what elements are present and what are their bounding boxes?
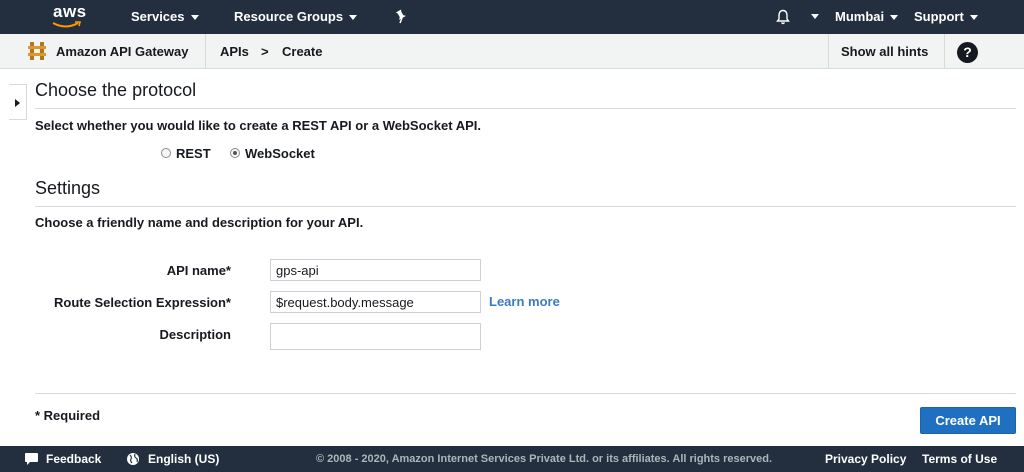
privacy-policy-link[interactable]: Privacy Policy — [825, 446, 906, 472]
protocol-heading: Choose the protocol — [35, 80, 197, 100]
api-gateway-icon — [28, 42, 46, 60]
aws-logo-text: aws — [53, 2, 87, 21]
breadcrumb-apis[interactable]: APIs — [220, 34, 249, 69]
breadcrumb-separator: > — [261, 44, 269, 59]
chevron-right-icon — [15, 99, 20, 107]
page-footer: Feedback English (US) © 2008 - 2020, Ama… — [0, 446, 1024, 472]
breadcrumb-create: Create — [282, 44, 323, 59]
divider — [35, 108, 1016, 109]
feedback-icon — [25, 453, 38, 465]
radio-label: WebSocket — [245, 146, 315, 161]
pin-icon[interactable] — [395, 9, 409, 25]
top-navigation-bar: aws Services Resource Groups Mumbai Supp… — [0, 0, 1024, 34]
language-selector[interactable]: English (US) — [148, 446, 219, 472]
service-name[interactable]: Amazon API Gateway — [56, 34, 188, 69]
services-menu-label: Services — [131, 9, 185, 24]
divider — [35, 393, 1016, 394]
route-selection-input[interactable] — [270, 291, 481, 313]
api-name-input[interactable] — [270, 259, 481, 281]
description-input[interactable] — [270, 323, 481, 350]
divider — [35, 206, 1016, 207]
help-icon[interactable]: ? — [957, 42, 978, 63]
sidebar-toggle[interactable] — [9, 84, 27, 120]
show-all-hints-button[interactable]: Show all hints — [841, 34, 928, 69]
chevron-down-icon — [190, 15, 199, 21]
divider — [828, 34, 829, 69]
radio-button-checked[interactable] — [230, 148, 240, 158]
radio-button[interactable] — [161, 148, 171, 158]
divider — [205, 34, 206, 69]
required-note: * Required — [35, 408, 101, 423]
region-label: Mumbai — [835, 9, 885, 24]
chevron-down-icon — [969, 15, 978, 21]
copyright-text: © 2008 - 2020, Amazon Internet Services … — [316, 453, 773, 465]
radio-label: REST — [176, 146, 211, 161]
divider — [944, 34, 945, 69]
region-menu[interactable]: Mumbai — [835, 0, 899, 34]
settings-description: Choose a friendly name and description f… — [35, 215, 364, 230]
resource-groups-menu[interactable]: Resource Groups — [234, 0, 358, 34]
api-name-label: API name* — [166, 263, 231, 278]
route-selection-label: Route Selection Expression* — [54, 295, 231, 310]
chevron-down-icon — [349, 15, 358, 21]
notifications-bell-icon[interactable] — [775, 9, 791, 25]
protocol-description: Select whether you would like to create … — [35, 118, 481, 133]
terms-of-use-link[interactable]: Terms of Use — [922, 446, 997, 472]
create-api-button[interactable]: Create API — [920, 407, 1016, 434]
notifications-menu[interactable] — [805, 0, 819, 34]
learn-more-link[interactable]: Learn more — [489, 294, 560, 309]
feedback-link[interactable]: Feedback — [46, 446, 101, 472]
chevron-down-icon — [890, 15, 899, 21]
resource-groups-label: Resource Groups — [234, 9, 344, 24]
support-menu[interactable]: Support — [914, 0, 978, 34]
chevron-down-icon — [811, 14, 819, 20]
aws-logo[interactable]: aws — [50, 2, 90, 32]
support-label: Support — [914, 9, 964, 24]
description-label: Description — [159, 327, 231, 342]
aws-smile-icon — [52, 21, 82, 28]
settings-heading: Settings — [35, 178, 101, 198]
globe-icon — [127, 453, 139, 465]
service-header-bar: Amazon API Gateway APIs > Create Show al… — [0, 34, 1024, 69]
services-menu[interactable]: Services — [131, 0, 199, 34]
